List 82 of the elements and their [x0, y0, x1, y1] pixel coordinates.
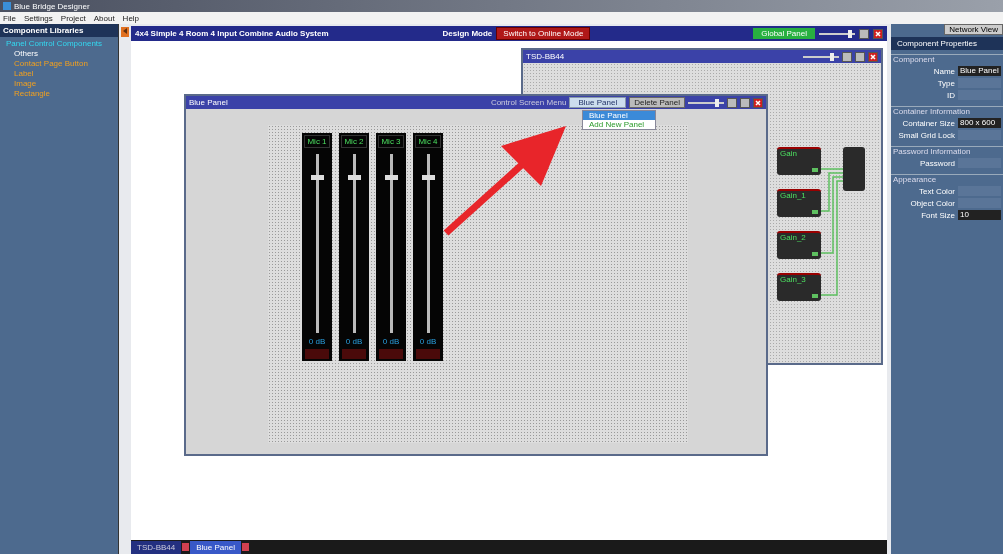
port-icon: [812, 210, 818, 214]
window-title: TSD-BB44: [526, 52, 565, 61]
close-icon: [869, 52, 877, 61]
panel-dropdown[interactable]: Blue Panel: [569, 97, 627, 108]
slider-thumb[interactable]: [714, 98, 719, 107]
window-button[interactable]: [859, 28, 869, 39]
close-icon: [874, 29, 882, 38]
channel-label: Mic 2: [341, 135, 367, 148]
close-button[interactable]: [753, 97, 763, 108]
property-label: Object Color: [909, 198, 955, 208]
zoom-slider[interactable]: [819, 32, 855, 35]
menu-item[interactable]: About: [93, 13, 115, 23]
window-title: Blue Panel: [189, 98, 228, 107]
close-icon: [754, 98, 762, 107]
taskbar-tab[interactable]: Blue Panel: [190, 540, 241, 554]
gain-block[interactable]: Gain_3: [777, 273, 821, 301]
fader-thumb[interactable]: [421, 175, 435, 181]
zoom-slider[interactable]: [803, 55, 839, 58]
level-reading: 0 dB: [345, 337, 363, 346]
fader-thumb[interactable]: [384, 175, 398, 181]
channel-label: Mic 3: [378, 135, 404, 148]
property-field[interactable]: Blue Panel: [958, 66, 1001, 76]
maximize-button[interactable]: [855, 51, 865, 62]
delete-panel-button[interactable]: Delete Panel: [629, 97, 685, 108]
property-label: Type: [936, 78, 955, 88]
slider-thumb[interactable]: [847, 29, 852, 38]
network-view-button[interactable]: Network View: [944, 24, 1003, 35]
section-title: Container Information: [893, 107, 970, 116]
property-label: Font Size: [920, 210, 955, 220]
canvas-title: 4x4 Simple 4 Room 4 Input Combine Audio System: [135, 29, 329, 38]
block-label: Gain: [780, 149, 797, 158]
taskbar-tab[interactable]: TSD-BB44: [131, 540, 182, 554]
property-label: Container Size: [901, 118, 955, 128]
port-icon: [812, 252, 818, 256]
fader-thumb[interactable]: [310, 175, 324, 181]
panel-header: Component Libraries: [0, 24, 118, 37]
gain-block[interactable]: Gain: [777, 147, 821, 175]
menu-label: Control Screen Menu: [490, 98, 567, 107]
property-label: Text Color: [918, 186, 955, 196]
section-title: Password Information: [893, 147, 971, 156]
property-field[interactable]: 10: [958, 210, 1001, 220]
section-title: Appearance: [893, 175, 937, 184]
slider-thumb[interactable]: [829, 52, 834, 61]
close-button[interactable]: [873, 28, 883, 39]
block-label: Gain_2: [780, 233, 806, 242]
maximize-button[interactable]: [740, 97, 750, 108]
channel-label: Mic 4: [415, 135, 441, 148]
level-reading: 0 dB: [308, 337, 326, 346]
mode-label: Design Mode: [442, 29, 493, 38]
app-icon: [3, 2, 11, 10]
dropdown-option[interactable]: Add New Panel: [583, 120, 655, 129]
minimize-button[interactable]: [727, 97, 737, 108]
channel-label: Mic 1: [304, 135, 330, 148]
menu-item[interactable]: File: [3, 13, 16, 23]
online-mode-button[interactable]: Switch to Online Mode: [496, 27, 591, 40]
block-label: Gain_1: [780, 191, 806, 200]
property-label: Password: [918, 158, 955, 168]
gain-block[interactable]: Gain_2: [777, 231, 821, 259]
close-button[interactable]: [868, 51, 878, 62]
property-label: Name: [932, 66, 955, 76]
zoom-slider[interactable]: [688, 101, 724, 104]
collapse-button[interactable]: [121, 27, 129, 37]
library-item[interactable]: Others: [0, 49, 118, 59]
gain-block[interactable]: Gain_1: [777, 189, 821, 217]
minimize-button[interactable]: [842, 51, 852, 62]
arrow-left-icon: [121, 27, 129, 35]
menu-item[interactable]: Project: [60, 13, 86, 23]
port-icon: [812, 168, 818, 172]
property-label: Small Grid Lock: [897, 130, 955, 140]
panel-header: Component Properties: [891, 37, 1003, 50]
menu-item[interactable]: Settings: [23, 13, 53, 23]
level-reading: 0 dB: [419, 337, 437, 346]
section-title: Component: [893, 55, 935, 64]
level-reading: 0 dB: [382, 337, 400, 346]
menu-item[interactable]: Help: [122, 13, 140, 23]
window-title: Blue Bridge Designer: [14, 1, 90, 11]
port-icon: [812, 294, 818, 298]
property-label: ID: [946, 90, 955, 100]
block-label: Gain_3: [780, 275, 806, 284]
fader-thumb[interactable]: [347, 175, 361, 181]
property-field[interactable]: 800 x 600: [958, 118, 1001, 128]
dropdown-option[interactable]: Blue Panel: [583, 111, 655, 120]
